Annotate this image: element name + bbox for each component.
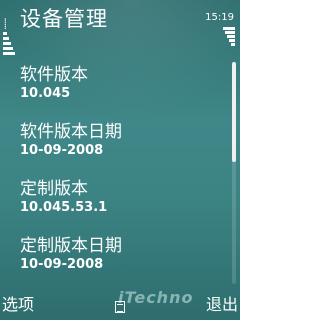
item-label: 软件版本 xyxy=(20,65,88,85)
item-label: 软件版本日期 xyxy=(20,122,122,142)
options-softkey[interactable]: 选项 xyxy=(2,291,34,315)
clock: 15:19 xyxy=(205,12,234,23)
battery-icon xyxy=(223,26,235,56)
item-value: 10-09-2008 xyxy=(20,257,104,272)
menu-icon[interactable] xyxy=(114,301,127,315)
item-label: 定制版本日期 xyxy=(20,236,122,256)
item-label: 定制版本 xyxy=(20,179,88,199)
softkey-bar: 选项 退出 xyxy=(0,294,240,320)
signal-strength-icon: ⸽ xyxy=(3,20,15,60)
exit-softkey[interactable]: 退出 xyxy=(206,291,238,315)
list-item-software-version[interactable]: 软件版本 10.045 xyxy=(20,58,220,115)
device-screen: ⸽ 设备管理 15:19 软件版本 10.045 软件版本日期 10-09-20… xyxy=(0,0,240,320)
page-title: 设备管理 xyxy=(20,7,108,31)
scrollbar-thumb[interactable] xyxy=(232,62,236,162)
scrollbar[interactable] xyxy=(232,62,236,284)
item-value: 10.045.53.1 xyxy=(20,200,108,215)
list-item-software-date[interactable]: 软件版本日期 10-09-2008 xyxy=(20,115,220,172)
item-value: 10-09-2008 xyxy=(20,143,104,158)
device-info-list: 软件版本 10.045 软件版本日期 10-09-2008 定制版本 10.04… xyxy=(20,58,220,286)
item-value: 10.045 xyxy=(20,86,71,101)
list-item-custom-date[interactable]: 定制版本日期 10-09-2008 xyxy=(20,229,220,286)
list-item-custom-version[interactable]: 定制版本 10.045.53.1 xyxy=(20,172,220,229)
